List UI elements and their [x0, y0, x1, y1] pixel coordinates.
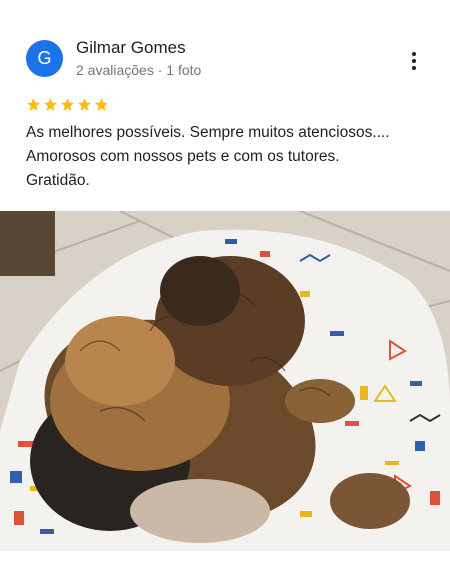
star-icon — [94, 97, 109, 112]
author-name[interactable]: Gilmar Gomes — [76, 38, 186, 58]
author-meta: 2 avaliações · 1 foto — [76, 62, 202, 78]
review-text-line: Gratidão. — [26, 172, 90, 189]
star-icon — [26, 97, 41, 112]
more-vert-icon[interactable] — [410, 52, 418, 70]
review-photo[interactable] — [0, 211, 450, 551]
review-text-line: As melhores possíveis. Sempre muitos ate… — [26, 124, 390, 141]
review-text-line: Amorosos com nossos pets e com os tutore… — [26, 148, 340, 165]
star-icon — [77, 97, 92, 112]
avatar-initial: G — [37, 48, 52, 68]
review-text: As melhores possíveis. Sempre muitos ate… — [26, 121, 430, 193]
rating-stars — [26, 97, 109, 112]
review-header: G Gilmar Gomes 2 avaliações · 1 foto — [26, 38, 430, 80]
star-icon — [43, 97, 58, 112]
avatar[interactable]: G — [26, 40, 63, 77]
star-icon — [60, 97, 75, 112]
dog-photo-illustration — [0, 211, 450, 551]
